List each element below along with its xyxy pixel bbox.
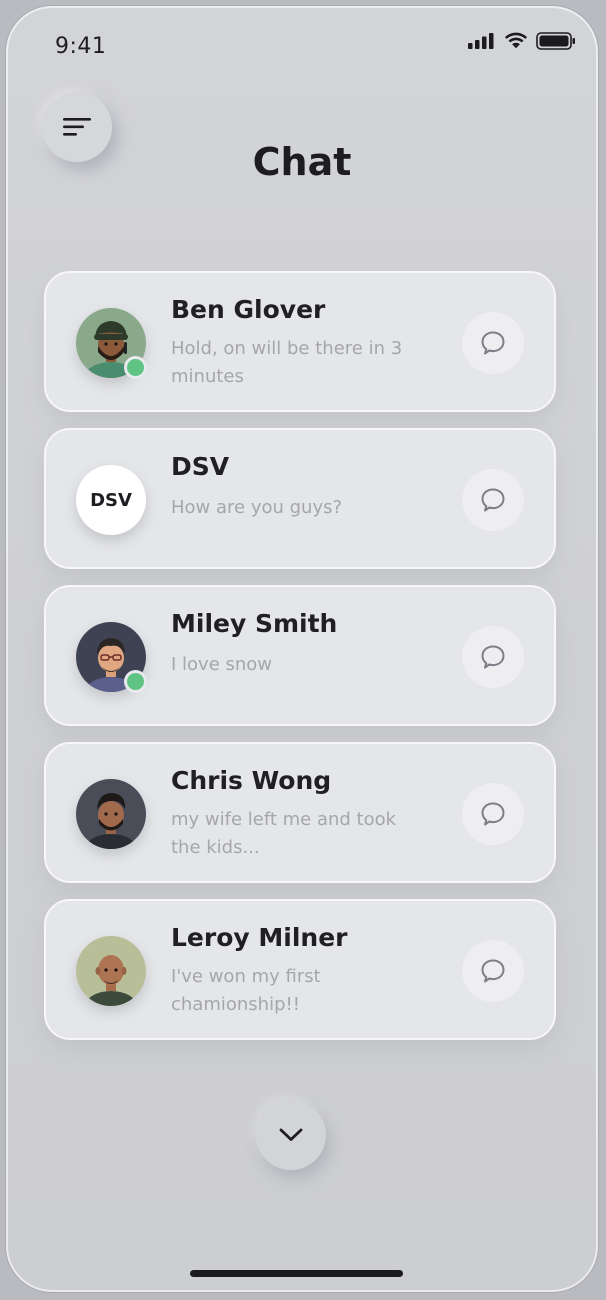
page-title: Chat [252, 140, 352, 184]
chat-name: DSV [171, 452, 230, 481]
chat-bubble-icon [481, 488, 505, 512]
wifi-icon [505, 32, 527, 49]
chat-bubble-icon [481, 802, 505, 826]
chat-bubble-icon [481, 331, 505, 355]
avatar: DSV [76, 465, 146, 535]
reply-button[interactable] [462, 940, 524, 1002]
reply-button[interactable] [462, 783, 524, 845]
chat-name: Ben Glover [171, 295, 326, 324]
chat-message: my wife left me and took the kids... [171, 809, 397, 858]
chat-message: I've won my first chamionship!! [171, 966, 321, 1015]
reply-button[interactable] [462, 469, 524, 531]
chat-name: Chris Wong [171, 766, 332, 795]
online-indicator [124, 356, 147, 379]
chris-wong-avatar [76, 779, 146, 849]
chat-bubble-icon [481, 645, 505, 669]
avatar [76, 308, 147, 379]
leroy-milner-avatar [76, 936, 146, 1006]
avatar [76, 936, 146, 1006]
chevron-down-icon [279, 1128, 303, 1141]
home-indicator[interactable] [190, 1270, 403, 1277]
chat-message: I love snow [171, 654, 273, 675]
chat-name: Miley Smith [171, 609, 338, 638]
chat-item-leroy-milner[interactable]: Leroy Milner I've won my first chamionsh… [44, 899, 556, 1040]
dsv-avatar: DSV [76, 465, 146, 535]
menu-icon [63, 118, 91, 136]
chat-bubble-icon [481, 959, 505, 983]
status-icons [468, 32, 576, 50]
reply-button[interactable] [462, 312, 524, 374]
chat-list: Ben Glover Hold, on will be there in 3 m… [44, 271, 560, 1056]
signal-icon [468, 33, 494, 49]
chat-message: How are you guys? [171, 497, 343, 518]
online-indicator [124, 670, 147, 693]
phone-frame: 9:41 Chat Ben Glover Hold, on will be th… [6, 6, 598, 1292]
chat-name: Leroy Milner [171, 923, 348, 952]
chat-item-ben-glover[interactable]: Ben Glover Hold, on will be there in 3 m… [44, 271, 556, 412]
chat-message: Hold, on will be there in 3 minutes [171, 338, 403, 387]
reply-button[interactable] [462, 626, 524, 688]
chat-item-chris-wong[interactable]: Chris Wong my wife left me and took the … [44, 742, 556, 883]
status-time: 9:41 [55, 34, 107, 59]
chat-item-dsv[interactable]: DSV DSV How are you guys? [44, 428, 556, 569]
chat-item-miley-smith[interactable]: Miley Smith I love snow [44, 585, 556, 726]
battery-icon [536, 32, 575, 50]
avatar [76, 779, 146, 849]
load-more-button[interactable] [256, 1100, 326, 1170]
avatar [76, 622, 147, 693]
